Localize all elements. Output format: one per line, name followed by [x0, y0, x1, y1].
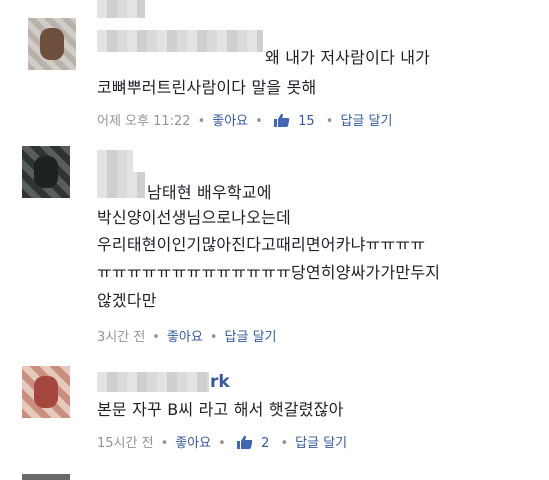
avatar[interactable] — [22, 366, 70, 418]
like-count-group[interactable]: 2 — [233, 435, 274, 451]
comment-text-line: 우리태현이인기많아진다고때리면어카냐ㅠㅠㅠㅠ — [97, 235, 426, 254]
comment-meta: 어제 오후 11:22 • 좋아요 • 15 • 답글 달기 — [97, 113, 393, 129]
avatar[interactable] — [28, 18, 76, 70]
next-comment-avatar[interactable] — [22, 474, 70, 480]
comment-text-line: 박신양이선생님으로나오는데 — [97, 208, 291, 227]
reply-button[interactable]: 답글 달기 — [295, 436, 347, 451]
comment-timestamp[interactable]: 어제 오후 11:22 — [97, 114, 191, 129]
author-name-blurred[interactable] — [97, 150, 133, 172]
comment-text-line: 않겠다만 — [97, 291, 157, 310]
thumbs-up-icon — [236, 435, 253, 449]
comment-text-line: 왜 내가 저사람이다 내가 — [265, 48, 431, 67]
comment-meta: 3시간 전 • 좋아요 • 답글 달기 — [97, 330, 277, 345]
comment-meta: 15시간 전 • 좋아요 • 2 • 답글 달기 — [97, 435, 348, 451]
like-button[interactable]: 좋아요 — [175, 436, 211, 451]
thumbs-up-icon — [273, 113, 290, 127]
like-count: 15 — [298, 114, 315, 129]
comment-timestamp[interactable]: 15시간 전 — [97, 436, 154, 451]
comment-timestamp[interactable]: 3시간 전 — [97, 330, 145, 345]
author-name-blurred[interactable] — [97, 30, 263, 52]
avatar[interactable] — [22, 146, 70, 198]
like-count: 2 — [261, 436, 270, 451]
comment-text-line: 본문 자꾸 B씨 라고 해서 햇갈렸잖아 — [97, 400, 344, 419]
author-name-tail[interactable]: rk — [210, 372, 230, 392]
like-button[interactable]: 좋아요 — [167, 330, 203, 345]
author-name-blurred[interactable] — [97, 372, 209, 392]
comment-text-line: 남태현 배우학교에 — [147, 183, 272, 202]
reply-button[interactable]: 답글 달기 — [340, 114, 392, 129]
like-button[interactable]: 좋아요 — [212, 114, 248, 129]
comment-text-line: 코뼈뿌러트린사람이다 말을 못해 — [97, 78, 317, 97]
like-count-group[interactable]: 15 — [270, 113, 319, 129]
author-name-blurred[interactable] — [97, 172, 145, 198]
author-name-blurred[interactable] — [97, 0, 145, 18]
reply-button[interactable]: 답글 달기 — [225, 330, 277, 345]
comment-text-line: ㅠㅠㅠㅠㅠㅠㅠㅠㅠㅠㅠㅠㅠ당연히양싸가가만두지 — [97, 263, 441, 282]
